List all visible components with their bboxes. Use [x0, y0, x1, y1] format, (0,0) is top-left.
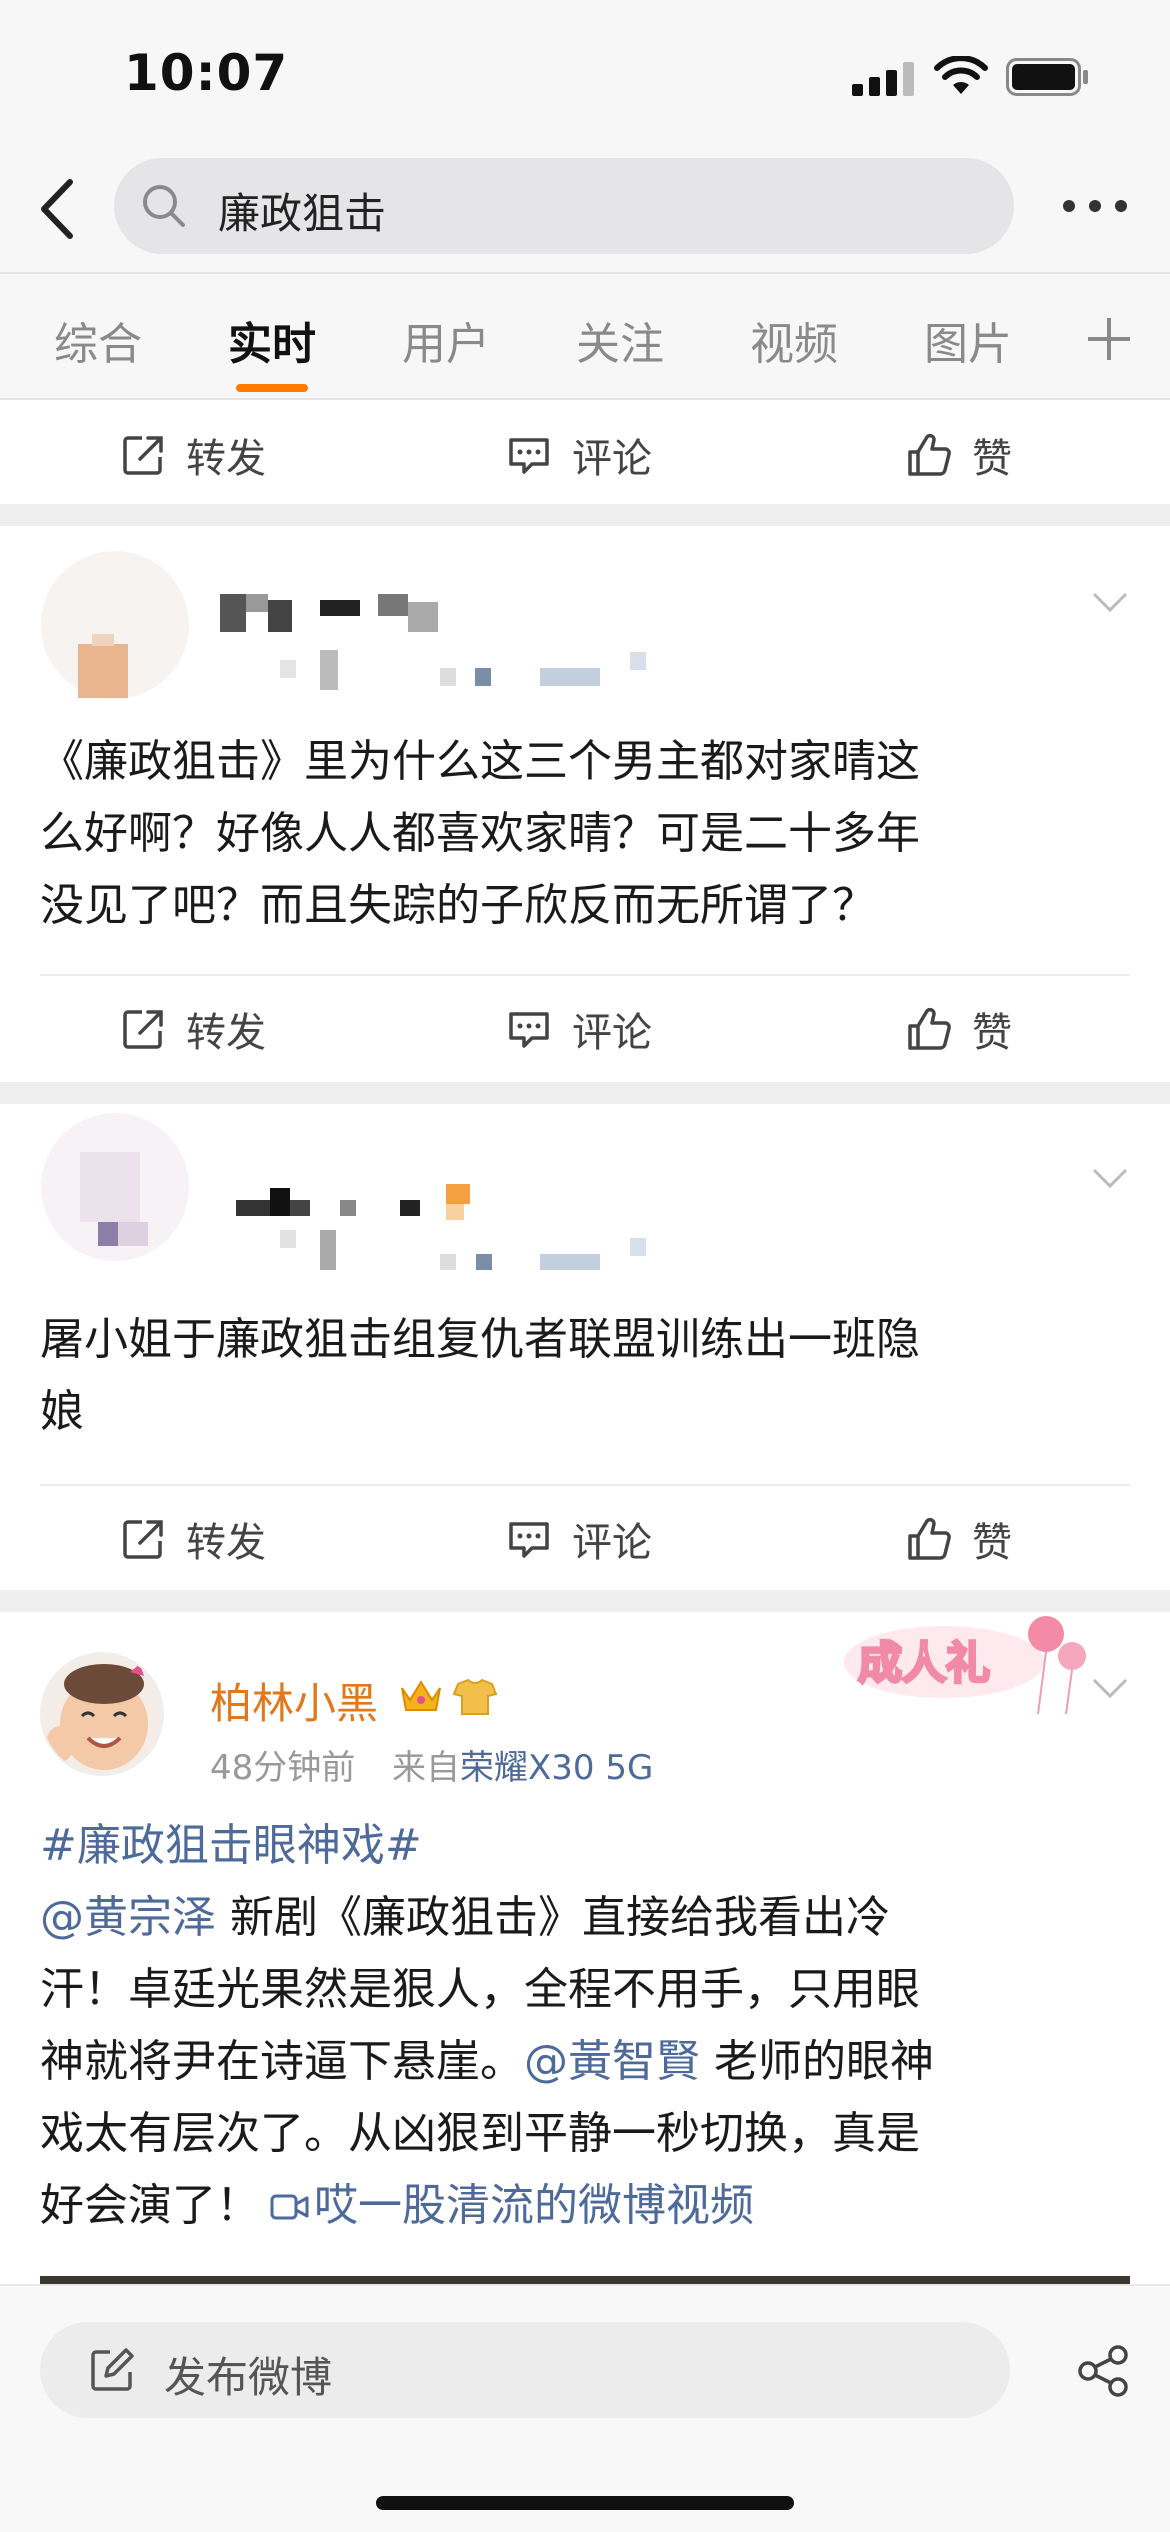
- chevron-down-icon[interactable]: [1090, 1166, 1130, 1190]
- battery-icon: [1006, 58, 1088, 96]
- tab-users[interactable]: 用户: [402, 308, 490, 372]
- like-label: 赞: [972, 1010, 1012, 1056]
- username-pixelated: [236, 1184, 646, 1270]
- search-input[interactable]: 廉政狙击: [114, 158, 1014, 254]
- repost-button[interactable]: 转发: [120, 1510, 266, 1568]
- comment-label: 评论: [572, 436, 652, 482]
- search-query-text: 廉政狙击: [218, 189, 387, 238]
- post-card: 屠小姐于廉政狙击组复仇者联盟训练出一班隐 娘 转发 评论 赞: [0, 1104, 1170, 1590]
- post-action-bar: 转发 评论 赞: [0, 400, 1170, 504]
- like-label: 赞: [972, 436, 1012, 482]
- divider: [40, 974, 1130, 976]
- repost-label: 转发: [186, 1010, 266, 1056]
- like-button[interactable]: 赞: [906, 1000, 1012, 1058]
- repost-icon: [123, 436, 163, 475]
- post-action-bar: 转发 评论 赞: [0, 1484, 1170, 1588]
- like-label: 赞: [972, 1520, 1012, 1566]
- badge-text: 成人礼: [858, 1638, 990, 1689]
- more-options-icon[interactable]: [1060, 194, 1130, 218]
- baby-avatar-image: [42, 1654, 162, 1774]
- tab-images[interactable]: 图片: [924, 308, 1012, 372]
- chevron-down-icon[interactable]: [1090, 1676, 1130, 1700]
- comment-label: 评论: [572, 1520, 652, 1566]
- comment-icon: [509, 438, 549, 474]
- mention-link[interactable]: @黄宗泽: [40, 1892, 216, 1943]
- crown-icon: [401, 1680, 441, 1711]
- hashtag-link[interactable]: #廉政狙击眼神戏#: [40, 1820, 422, 1871]
- member-badge-icon: [452, 1678, 498, 1715]
- wifi-icon: [934, 56, 988, 94]
- like-button[interactable]: 赞: [906, 1510, 1012, 1568]
- compose-placeholder: 发布微博: [164, 2353, 333, 2402]
- status-time: 10:07: [124, 44, 289, 102]
- avatar[interactable]: [40, 1652, 164, 1776]
- like-button[interactable]: 赞: [906, 426, 1012, 484]
- repost-icon: [123, 1010, 163, 1049]
- avatar-pixelated: [41, 1113, 189, 1261]
- tab-realtime[interactable]: 实时: [228, 308, 316, 372]
- comment-icon: [509, 1012, 549, 1048]
- post-text: #廉政狙击眼神戏# @黄宗泽 新剧《廉政狙击》直接给我看出冷 汗！卓廷光果然是狠…: [40, 1820, 934, 2231]
- comment-label: 评论: [572, 1010, 652, 1056]
- search-icon: [143, 185, 185, 227]
- compose-post-button[interactable]: 发布微博: [40, 2322, 1010, 2418]
- thumbs-up-icon: [908, 1007, 951, 1050]
- home-indicator: [376, 2496, 794, 2510]
- tab-general[interactable]: 综合: [54, 308, 142, 372]
- repost-label: 转发: [186, 436, 266, 482]
- video-icon: [270, 2194, 309, 2220]
- divider: [40, 1484, 1130, 1486]
- tab-videos[interactable]: 视频: [750, 308, 838, 372]
- cellular-signal-icon: [852, 62, 914, 96]
- post-time: 48分钟前: [210, 1748, 356, 1788]
- repost-label: 转发: [186, 1520, 266, 1566]
- comment-button[interactable]: 评论: [506, 1510, 652, 1568]
- weibo-search-page: 10:07 廉政狙击 综合 实时 用户 关注 视频 图片 转发 评论 赞 《廉政…: [0, 0, 1170, 2532]
- search-header: 廉政狙击: [0, 150, 1170, 272]
- video-link[interactable]: 哎一股清流的微博视频: [260, 2180, 754, 2231]
- add-tab-icon[interactable]: [1084, 314, 1134, 364]
- repost-button[interactable]: 转发: [120, 1000, 266, 1058]
- share-icon[interactable]: [1076, 2344, 1130, 2398]
- source-device-link[interactable]: 荣耀X30 5G: [460, 1748, 653, 1788]
- coming-of-age-badge: 成人礼: [844, 1616, 1086, 1715]
- comment-button[interactable]: 评论: [506, 426, 652, 484]
- search-tabs: 综合 实时 用户 关注 视频 图片: [0, 272, 1170, 400]
- post-text: 《廉政狙击》里为什么这三个男主都对家晴这 么好啊？好像人人都喜欢家晴？可是二十多…: [40, 736, 920, 931]
- chevron-down-icon[interactable]: [1090, 590, 1130, 614]
- section-gap: [0, 504, 1170, 526]
- status-bar: 10:07: [0, 0, 1170, 150]
- username-pixelated: [220, 594, 646, 690]
- back-arrow-icon[interactable]: [30, 176, 86, 242]
- comment-button[interactable]: 评论: [506, 1000, 652, 1058]
- post-card: 《廉政狙击》里为什么这三个男主都对家晴这 么好啊？好像人人都喜欢家晴？可是二十多…: [0, 526, 1170, 1082]
- post-action-bar: 转发 评论 赞: [0, 974, 1170, 1078]
- post-source: 来自荣耀X30 5G: [392, 1748, 654, 1788]
- tab-following[interactable]: 关注: [576, 308, 664, 372]
- post-text: 屠小姐于廉政狙击组复仇者联盟训练出一班隐 娘: [40, 1314, 920, 1437]
- edit-icon: [91, 2348, 134, 2391]
- thumbs-up-icon: [908, 433, 951, 476]
- mention-link[interactable]: @黃智賢: [524, 2036, 700, 2087]
- repost-button[interactable]: 转发: [120, 426, 266, 484]
- section-gap: [0, 1082, 1170, 1104]
- comment-icon: [509, 1522, 549, 1558]
- active-tab-indicator: [236, 384, 308, 392]
- bottom-composer-bar: 发布微博: [0, 2284, 1170, 2532]
- username[interactable]: 柏林小黑: [210, 1670, 378, 1731]
- thumbs-up-icon: [908, 1517, 951, 1560]
- repost-icon: [123, 1520, 163, 1559]
- avatar-pixelated: [41, 551, 189, 699]
